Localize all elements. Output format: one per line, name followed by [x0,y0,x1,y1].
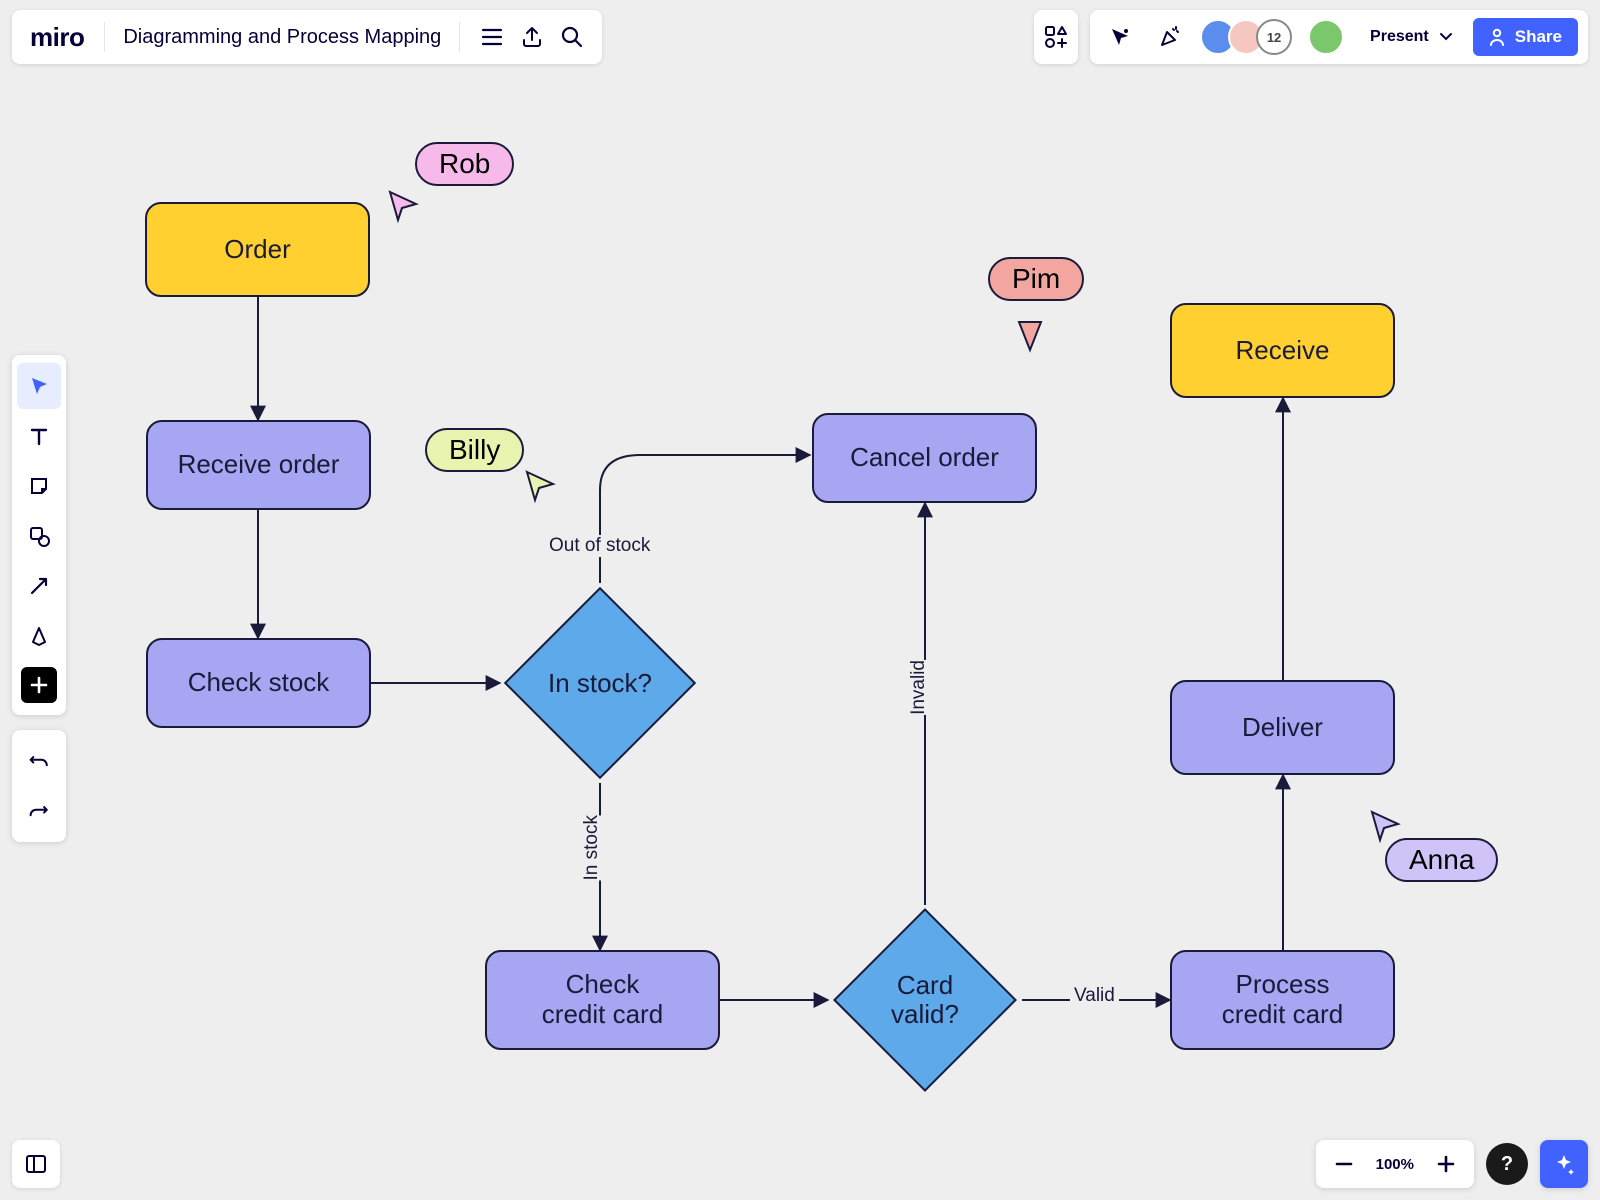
avatar-stack[interactable]: 12 [1200,19,1292,55]
share-label: Share [1515,27,1562,47]
node-label: Order [224,235,290,265]
shapes-icon [28,525,50,547]
canvas[interactable]: Out of stock In stock Invalid Valid Orde… [0,0,1600,1200]
avatar-current-user[interactable] [1308,19,1344,55]
edge-label-in-stock: In stock [577,815,607,880]
cursor-click-icon [1109,26,1131,48]
toolbar-history [12,730,66,842]
toolbar-main [12,355,66,715]
search-icon [561,26,583,48]
node-check-credit-card[interactable]: Check credit card [485,950,720,1050]
cursor-mode-button[interactable] [1100,17,1140,57]
frames-panel-button[interactable] [12,1140,60,1188]
search-button[interactable] [552,17,592,57]
divider [459,22,460,52]
divider [104,22,105,52]
cursor-bubble-pim: Pim [988,257,1084,301]
zoom-controls: 100% [1316,1140,1474,1188]
node-check-stock[interactable]: Check stock [146,638,371,728]
node-deliver[interactable]: Deliver [1170,680,1395,775]
node-receive[interactable]: Receive [1170,303,1395,398]
tool-connection-line[interactable] [17,563,61,609]
logo[interactable]: miro [30,22,84,53]
bottom-right: 100% ? [1316,1140,1588,1188]
collab-cluster: 12 Present Share [1090,10,1588,64]
plus-icon [1436,1154,1456,1174]
redo-button[interactable] [17,788,61,834]
edge-label-invalid: Invalid [904,660,934,715]
node-process-credit-card[interactable]: Process credit card [1170,950,1395,1050]
cursor-bubble-billy: Billy [425,428,524,472]
node-label: Check stock [188,668,330,698]
confetti-icon [1158,25,1182,49]
zoom-level[interactable]: 100% [1370,1156,1420,1173]
present-button[interactable]: Present [1354,28,1463,46]
ai-assist-button[interactable] [1540,1140,1588,1188]
sidebar-panel-icon [24,1152,48,1176]
topbar-left: miro Diagramming and Process Mapping [12,10,602,64]
edge-label-out-of-stock: Out of stock [545,535,654,557]
zoom-out-button[interactable] [1324,1144,1364,1184]
node-in-stock-label: In stock? [500,635,700,731]
present-label: Present [1370,28,1429,46]
text-icon [28,425,50,447]
node-label: Receive order [178,450,340,480]
upload-icon [521,26,543,48]
question-mark-icon: ? [1501,1153,1513,1176]
node-label: Cancel order [850,443,999,473]
tool-select[interactable] [17,363,61,409]
bottom-left [12,1140,60,1188]
node-order[interactable]: Order [145,202,370,297]
node-cancel-order[interactable]: Cancel order [812,413,1037,503]
plus-icon [30,676,48,694]
cursor-bubble-rob: Rob [415,142,514,186]
edge-label-valid: Valid [1070,985,1119,1007]
undo-button[interactable] [17,738,61,784]
node-label: Process credit card [1222,970,1343,1030]
tool-pen[interactable] [17,613,61,659]
cursor-pointer-billy [525,470,559,504]
shapes-plus-icon [1044,25,1068,49]
sparkle-icon [1552,1152,1576,1176]
apps-button[interactable] [1034,10,1078,64]
node-card-valid-label: Card valid? [830,955,1020,1045]
node-label: Receive [1236,336,1330,366]
node-label: Deliver [1242,713,1323,743]
node-receive-order[interactable]: Receive order [146,420,371,510]
tool-text[interactable] [17,413,61,459]
cursor-bubble-anna: Anna [1385,838,1498,882]
share-button[interactable]: Share [1473,18,1578,56]
reactions-button[interactable] [1150,17,1190,57]
person-plus-icon [1489,28,1507,46]
menu-icon [481,26,503,48]
menu-button[interactable] [472,17,512,57]
pen-icon [28,625,50,647]
undo-icon [27,749,51,773]
zoom-in-button[interactable] [1426,1144,1466,1184]
export-button[interactable] [512,17,552,57]
redo-icon [27,799,51,823]
minus-icon [1334,1154,1354,1174]
tool-sticky-note[interactable] [17,463,61,509]
avatar-overflow-count: 12 [1256,19,1292,55]
tool-shapes[interactable] [17,513,61,559]
topbar: miro Diagramming and Process Mapping [12,10,1588,64]
node-label: Check credit card [542,970,663,1030]
arrow-icon [28,575,50,597]
topbar-right: 12 Present Share [1034,10,1588,64]
chevron-down-icon [1439,30,1453,44]
board-title[interactable]: Diagramming and Process Mapping [117,26,447,49]
cursor-icon [28,375,50,397]
cursor-pointer-pim [1015,320,1045,356]
help-button[interactable]: ? [1486,1143,1528,1185]
cursor-pointer-rob [388,190,422,224]
sticky-note-icon [28,475,50,497]
tool-add-more[interactable] [21,667,57,703]
